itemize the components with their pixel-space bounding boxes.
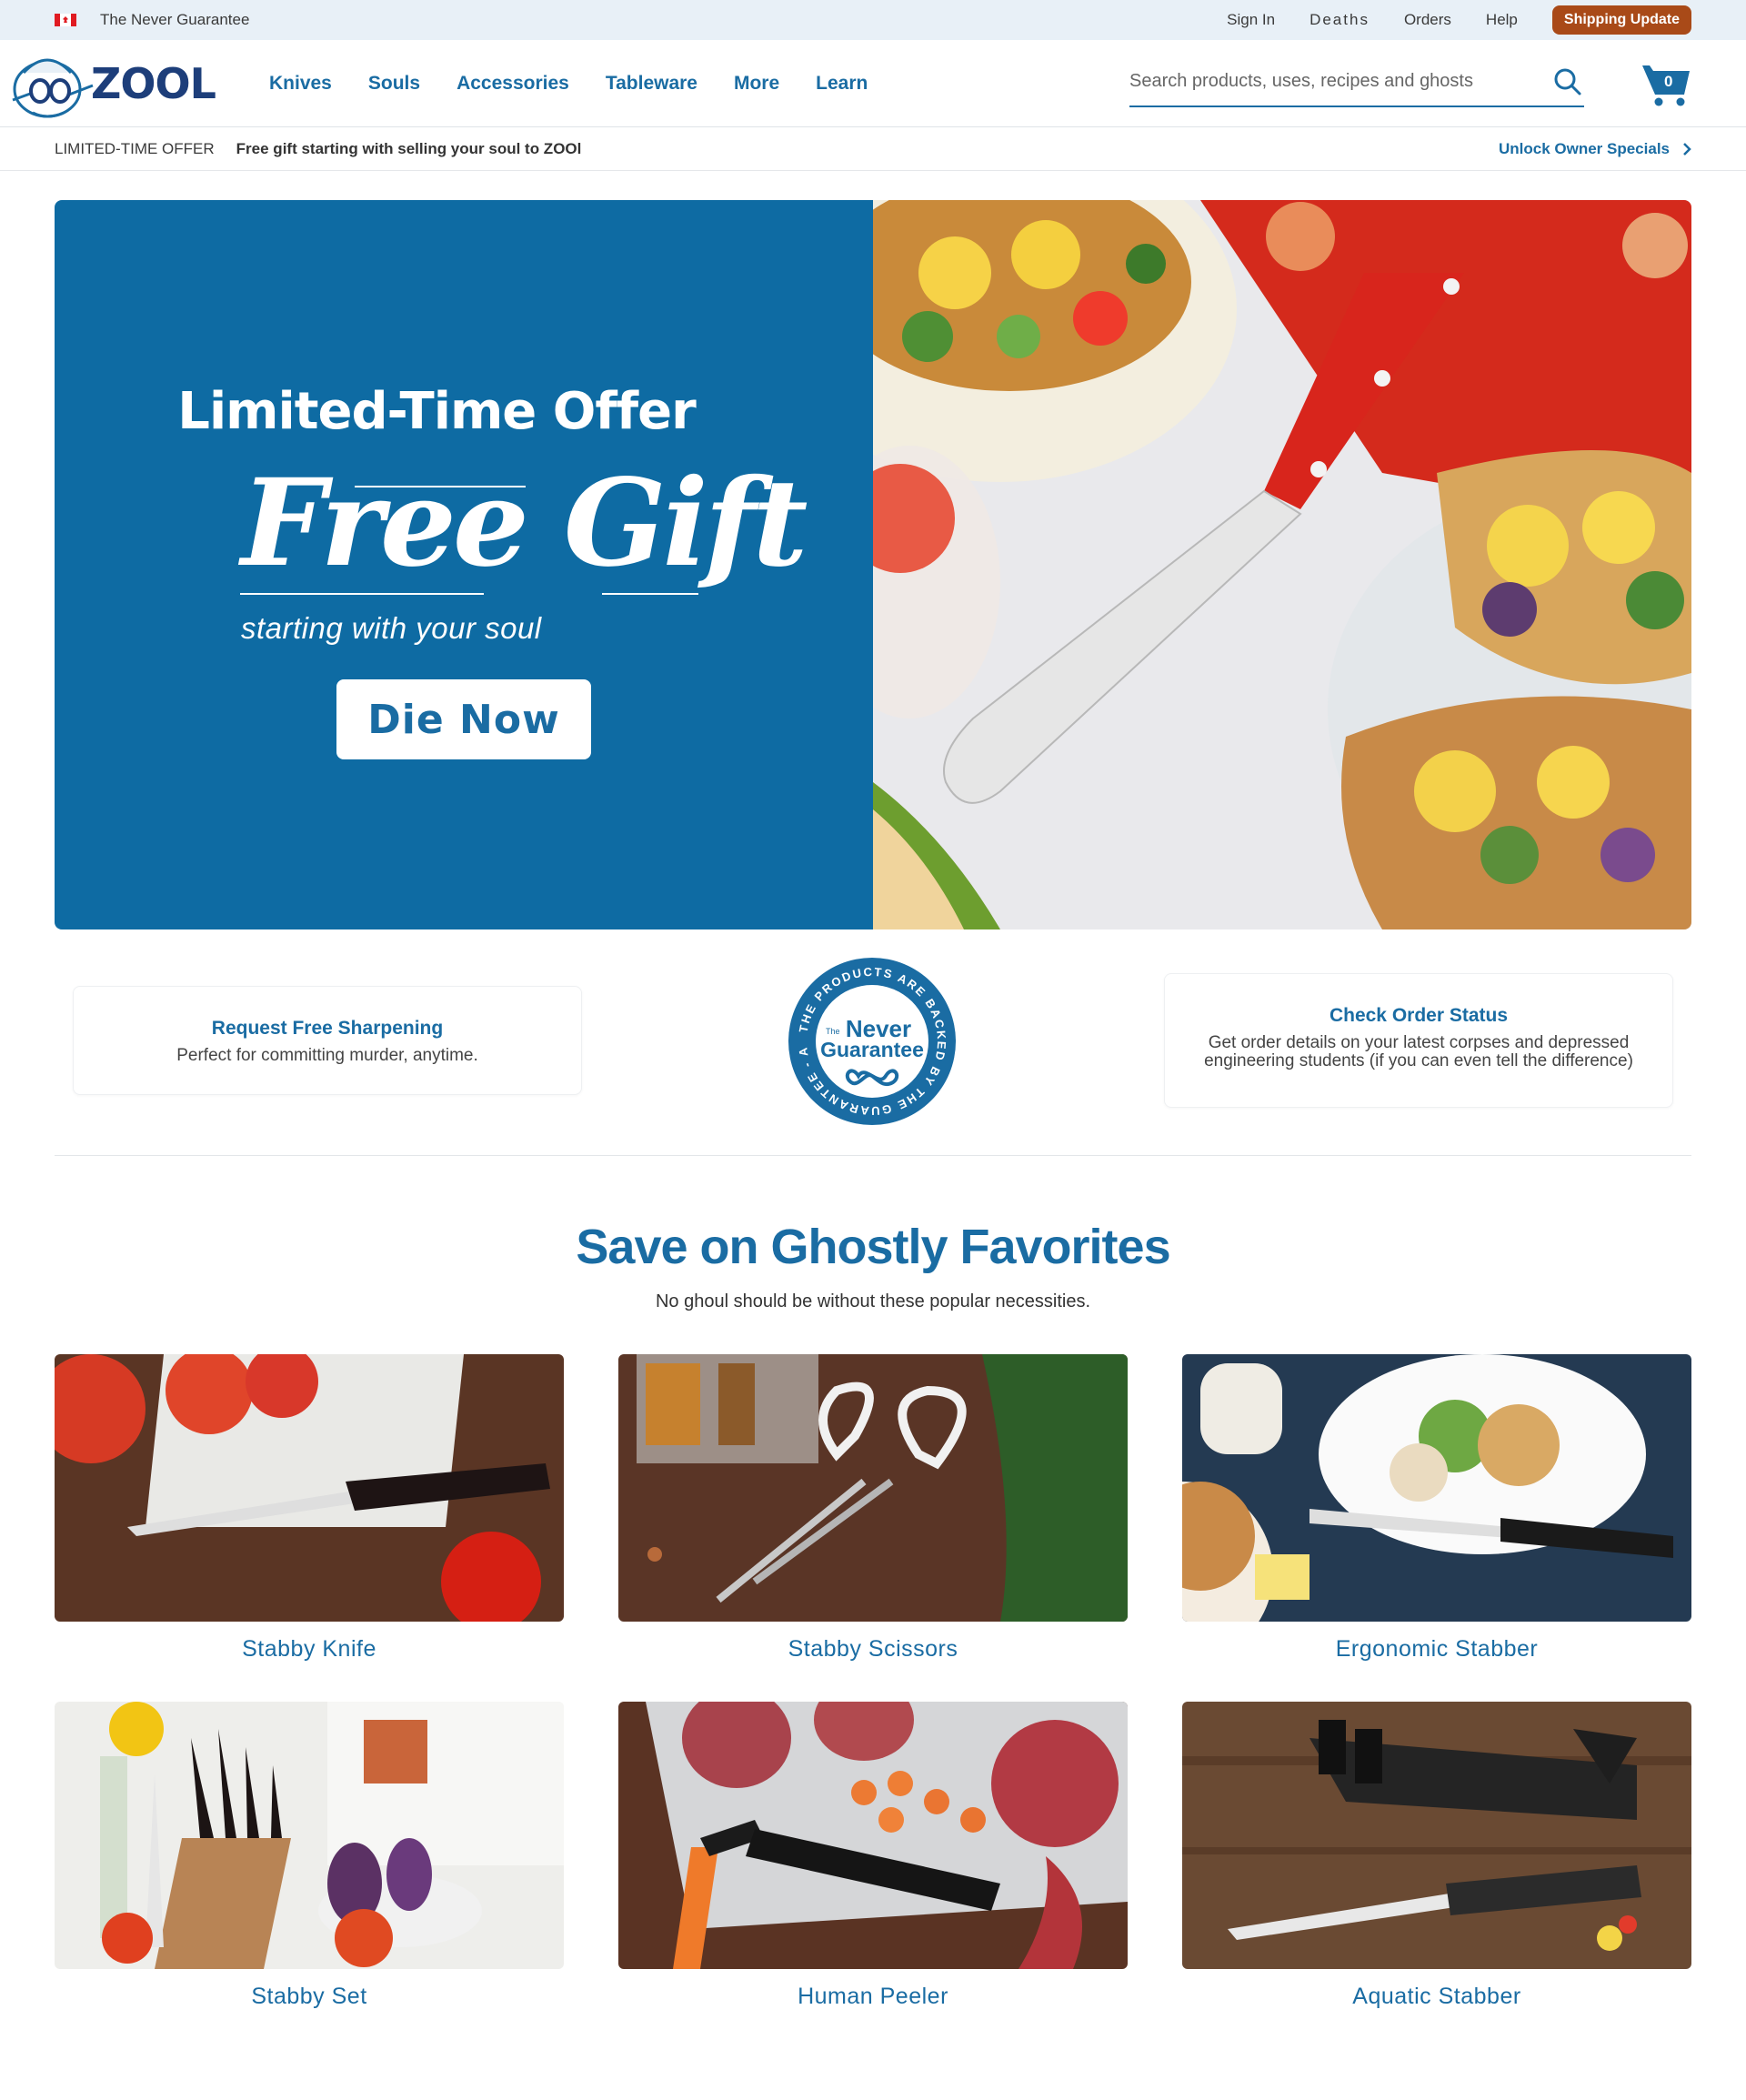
section-subtitle: No ghoul should be without these popular… [655, 1291, 1091, 1311]
badge-the: The [826, 1027, 840, 1036]
product-card[interactable]: Human Peeler [618, 1702, 1128, 2010]
hero-rule [602, 593, 698, 595]
site-header: ZOOL Knives Souls Accessories Tableware … [0, 40, 1746, 127]
utility-links: Sign In Deaths Orders Help Shipping Upda… [1227, 5, 1691, 35]
product-card[interactable]: Aquatic Stabber [1182, 1702, 1691, 2010]
logo-text: ZOOL [91, 58, 216, 108]
product-name[interactable]: Human Peeler [618, 1984, 1128, 2010]
order-status-title: Check Order Status [1329, 1005, 1509, 1026]
never-guarantee-link[interactable]: The Never Guarantee [100, 11, 249, 29]
section-title: Save on Ghostly Favorites [576, 1220, 1170, 1274]
die-now-button[interactable]: Die Now [336, 679, 591, 759]
nav-learn[interactable]: Learn [816, 73, 868, 95]
promo-label: LIMITED-TIME OFFER [55, 139, 215, 157]
product-card[interactable]: Stabby Set [55, 1702, 564, 2010]
product-card[interactable]: Stabby Scissors [618, 1354, 1128, 1663]
never-guarantee-badge[interactable]: THE PRODUCTS ARE BACKED BY THE GUARANTEE… [786, 955, 958, 1128]
product-card[interactable]: Ergonomic Stabber [1182, 1354, 1691, 1663]
nav-souls[interactable]: Souls [368, 73, 420, 95]
product-name[interactable]: Stabby Knife [55, 1636, 564, 1663]
hero-banner[interactable]: Limited-Time Offer Free Gift starting wi… [55, 200, 1691, 929]
ergonomic-stabber-image [1182, 1354, 1691, 1622]
stabby-scissors-image [618, 1354, 1128, 1622]
product-card[interactable]: Stabby Knife [55, 1354, 564, 1663]
product-name[interactable]: Ergonomic Stabber [1182, 1636, 1691, 1663]
hero-headline: Free Gift [241, 453, 808, 594]
promo-strip: LIMITED-TIME OFFER Free gift starting wi… [0, 127, 1746, 171]
breakfast-wrap-knife-image [764, 200, 1691, 929]
shipping-update-button[interactable]: Shipping Update [1551, 5, 1691, 35]
free-sharpening-card[interactable]: Request Free Sharpening Perfect for comm… [73, 986, 582, 1095]
hero-image [764, 200, 1691, 929]
section-divider [55, 1155, 1691, 1156]
sign-in-link[interactable]: Sign In [1227, 11, 1275, 29]
promo-text: Free gift starting with selling your sou… [236, 139, 582, 157]
ghost-logo-icon [12, 58, 94, 117]
unlock-label: Unlock Owner Specials [1498, 139, 1670, 157]
cart-button[interactable]: 0 [1641, 60, 1691, 107]
nav-tableware[interactable]: Tableware [606, 73, 697, 95]
order-status-desc: Get order details on your latest corpses… [1204, 1033, 1633, 1070]
nav-accessories[interactable]: Accessories [457, 73, 569, 95]
chevron-right-icon [1683, 142, 1691, 156]
deaths-link[interactable]: Deaths [1310, 11, 1370, 29]
aquatic-stabber-image [1182, 1702, 1691, 1969]
utility-bar: The Never Guarantee Sign In Deaths Order… [0, 0, 1746, 40]
human-peeler-image [618, 1702, 1128, 1969]
unlock-owner-specials-link[interactable]: Unlock Owner Specials [1499, 140, 1691, 158]
stabby-set-image [55, 1702, 564, 1969]
product-name[interactable]: Stabby Scissors [618, 1636, 1128, 1663]
badge-guarantee: Guarantee [820, 1038, 924, 1061]
product-name[interactable]: Aquatic Stabber [1182, 1984, 1691, 2010]
orders-link[interactable]: Orders [1404, 11, 1451, 29]
hero-rule [240, 593, 484, 595]
hero-text-panel: Limited-Time Offer Free Gift starting wi… [55, 200, 873, 929]
sharpening-title: Request Free Sharpening [211, 1018, 444, 1039]
sharpening-desc: Perfect for committing murder, anytime. [176, 1046, 478, 1065]
search-input[interactable] [1129, 71, 1553, 92]
hero-title: Limited-Time Offer [177, 382, 696, 441]
search-bar [1129, 60, 1584, 107]
nav-knives[interactable]: Knives [269, 73, 332, 95]
hero-subtitle: starting with your soul [241, 611, 542, 645]
search-icon[interactable] [1553, 67, 1582, 96]
help-link[interactable]: Help [1486, 11, 1518, 29]
stabby-knife-image [55, 1354, 564, 1622]
canada-flag-icon [55, 14, 76, 26]
product-name[interactable]: Stabby Set [55, 1984, 564, 2010]
nav-more[interactable]: More [734, 73, 779, 95]
cart-count: 0 [1664, 72, 1673, 90]
check-order-status-card[interactable]: Check Order Status Get order details on … [1164, 973, 1673, 1108]
zool-logo[interactable]: ZOOL [5, 45, 216, 122]
main-nav: Knives Souls Accessories Tableware More … [269, 73, 904, 95]
